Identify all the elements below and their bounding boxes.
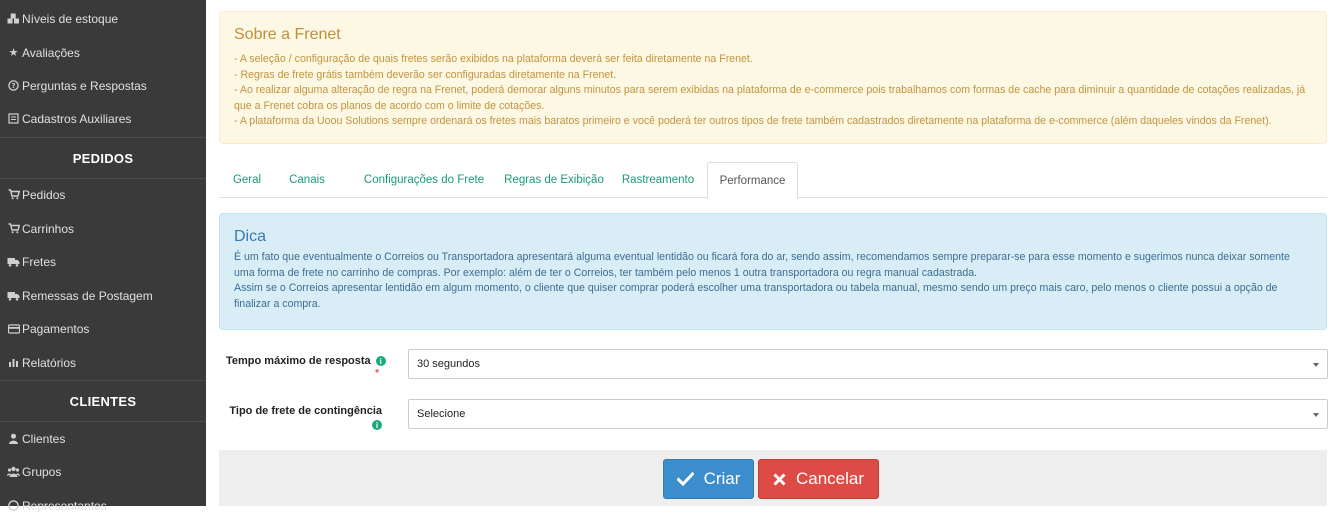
contingency-select[interactable]: Selecione [408, 399, 1328, 429]
bar-chart-icon [6, 357, 21, 368]
contingency-value: Selecione [417, 408, 466, 420]
users-icon [6, 466, 21, 477]
sidebar-item-label: Pedidos [22, 187, 66, 202]
list-icon [6, 113, 21, 124]
sidebar-item-label: Níveis de estoque [22, 11, 119, 26]
tab-configuracoes-frete[interactable]: Configurações do Frete [343, 162, 505, 198]
tab-regras-exibicao[interactable]: Regras de Exibição [493, 162, 615, 198]
tip-title: Dica [234, 228, 267, 245]
sidebar-item-label: Relatórios [22, 355, 77, 370]
sidebar-item-label: Remessas de Postagem [22, 288, 153, 303]
contingency-label-group: Tipo de frete de contingência i [226, 405, 382, 431]
about-line: - Regras de frete grátis também deverão … [234, 68, 617, 81]
close-icon [773, 472, 786, 486]
sidebar-item-clientes[interactable]: Clientes [0, 422, 206, 455]
sidebar-item-carrinhos[interactable]: Carrinhos [0, 212, 206, 245]
max-time-label: Tempo máximo de resposta [226, 355, 371, 367]
chevron-down-icon [1313, 363, 1319, 367]
info-icon[interactable]: i [375, 356, 386, 367]
sidebar-item-fretes[interactable]: Fretes [0, 245, 206, 278]
sidebar-item-remessas[interactable]: Remessas de Postagem [0, 279, 206, 312]
sidebar-item-label: Grupos [22, 464, 62, 479]
cart-icon [6, 189, 21, 200]
sidebar-item-perguntas[interactable]: ? Perguntas e Respostas [0, 69, 206, 102]
sidebar-section-pedidos: PEDIDOS [0, 137, 206, 179]
create-button[interactable]: Criar [663, 459, 754, 499]
about-line: - A seleção / configuração de quais fret… [234, 53, 753, 65]
sidebar: Níveis de estoque ★ Avaliações ? Pergunt… [0, 0, 206, 513]
sidebar-item-avaliacoes[interactable]: ★ Avaliações [0, 36, 206, 69]
sidebar-item-label: Cadastros Auxiliares [22, 111, 132, 126]
main-content: Sobre a Frenet - A seleção / configuraçã… [206, 0, 1332, 506]
chevron-down-icon [1313, 413, 1319, 417]
tab-rastreamento[interactable]: Rastreamento [612, 162, 704, 198]
form-actions: Criar Cancelar [219, 450, 1327, 506]
about-frenet-alert: Sobre a Frenet - A seleção / configuraçã… [219, 11, 1327, 144]
max-time-value: 30 segundos [417, 358, 480, 370]
tip-line: Assim se o Correios apresentar lentidão … [234, 282, 1278, 310]
truck-icon [6, 257, 21, 267]
tab-performance[interactable]: Performance [707, 162, 798, 199]
check-icon [676, 472, 694, 486]
sidebar-section-clientes: CLIENTES [0, 380, 206, 422]
cancel-button-label: Cancelar [795, 469, 865, 488]
sidebar-item-label: Pagamentos [22, 321, 90, 336]
sidebar-item-label: Perguntas e Respostas [22, 78, 147, 93]
sidebar-item-pedidos[interactable]: Pedidos [0, 178, 206, 211]
sidebar-item-label: Clientes [22, 431, 66, 446]
sidebar-item-label: Carrinhos [22, 221, 75, 236]
contingency-label: Tipo de frete de contingência [229, 405, 382, 417]
cancel-button[interactable]: Cancelar [758, 459, 879, 499]
question-circle-icon: ? [6, 80, 21, 91]
sidebar-item-label: Fretes [22, 254, 57, 269]
sidebar-item-niveis-estoque[interactable]: Níveis de estoque [0, 2, 206, 35]
truck-icon [6, 291, 21, 301]
cart-icon [6, 223, 21, 234]
settings-tabs: Geral Canais Configurações do Frete Regr… [219, 162, 1327, 199]
sidebar-item-pagamentos[interactable]: Pagamentos [0, 312, 206, 345]
sidebar-item-label: Avaliações [22, 45, 80, 60]
sidebar-item-relatorios[interactable]: Relatórios [0, 346, 206, 379]
info-icon[interactable]: i [372, 420, 382, 431]
max-time-select[interactable]: 30 segundos [408, 349, 1328, 379]
tip-alert: Dica É um fato que eventualmente o Corre… [219, 213, 1327, 330]
tab-geral[interactable]: Geral [219, 162, 275, 198]
sidebar-item-cadastros[interactable]: Cadastros Auxiliares [0, 102, 206, 135]
svg-text:?: ? [11, 82, 15, 90]
about-line: - Ao realizar alguma alteração de regra … [234, 84, 1306, 112]
sidebar-item-grupos[interactable]: Grupos [0, 455, 206, 488]
star-icon: ★ [8, 47, 19, 59]
create-button-label: Criar [703, 469, 741, 488]
credit-card-icon [6, 323, 21, 334]
about-title: Sobre a Frenet [234, 26, 341, 43]
required-marker: * [375, 368, 379, 379]
tab-canais[interactable]: Canais [279, 162, 335, 198]
cubes-icon [6, 13, 21, 24]
tip-line: É um fato que eventualmente o Correios o… [234, 251, 1290, 279]
about-line: - A plataforma da Uoou Solutions sempre … [234, 115, 1272, 127]
max-time-label-group: Tempo máximo de resposta i * [226, 355, 386, 379]
user-icon [6, 433, 21, 444]
